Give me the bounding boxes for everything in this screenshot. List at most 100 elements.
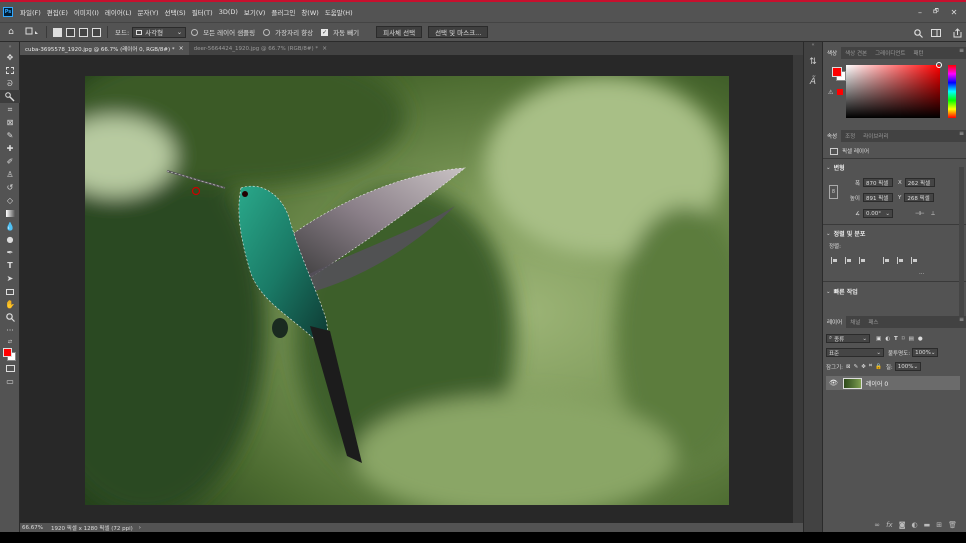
move-tool-icon[interactable]: ✥ [0, 51, 20, 64]
select-and-mask-button[interactable]: 선택 및 마스크... [428, 26, 489, 38]
link-icon[interactable]: ∞ [874, 521, 880, 529]
layer-row[interactable]: 👁 레이어 0 [826, 376, 960, 390]
adjustment-icon[interactable]: ◐ [912, 521, 918, 529]
properties-scrollbar[interactable] [959, 167, 964, 317]
stamp-tool-icon[interactable]: ♙ [0, 168, 20, 181]
tab-paths[interactable]: 패스 [864, 316, 882, 328]
filter-smart-icon[interactable]: ▤ [909, 336, 914, 342]
intersect-selection-icon[interactable] [92, 27, 101, 37]
menu-type[interactable]: 문자(Y) [135, 7, 162, 17]
healing-tool-icon[interactable]: ✚ [0, 142, 20, 155]
close-window-button[interactable]: ✕ [946, 2, 962, 22]
close-tab-icon[interactable]: × [322, 45, 327, 52]
panel-menu-icon[interactable]: ≡ [959, 316, 964, 323]
tab-deer[interactable]: deer-5664424_1920.jpg @ 66.7% (RGB/8#) *… [189, 42, 333, 55]
align-section[interactable]: ⌄ 정렬 및 분포 [823, 229, 966, 239]
restore-button[interactable]: 🗗 [928, 2, 944, 22]
tab-gradients[interactable]: 그레이디언트 [871, 47, 909, 59]
status-arrow-icon[interactable]: › [139, 525, 141, 531]
gradient-tool-icon[interactable] [0, 207, 20, 220]
lasso-tool-icon[interactable]: ᘐ [0, 77, 20, 90]
menu-filter[interactable]: 필터(T) [189, 7, 216, 17]
path-select-tool-icon[interactable]: ➤ [0, 272, 20, 285]
menu-3d[interactable]: 3D(D) [216, 8, 241, 16]
toolbar-collapse-icon[interactable]: » [0, 42, 20, 51]
angle-input[interactable]: 0.00° ⌄ [863, 209, 893, 218]
foreground-color-swatch[interactable] [3, 348, 12, 357]
search-icon[interactable] [911, 26, 925, 40]
crop-tool-icon[interactable]: ⌗ [0, 103, 20, 116]
dodge-tool-icon[interactable]: ● [0, 233, 20, 246]
quick-mask-icon[interactable] [0, 362, 20, 375]
flip-horizontal-icon[interactable]: ⊣⊢ [915, 211, 925, 217]
quick-select-tool-icon[interactable] [0, 90, 20, 103]
filter-toggle-icon[interactable]: ● [918, 336, 923, 342]
mode-dropdown[interactable]: 사각형 ⌄ [132, 26, 187, 38]
align-top-icon[interactable] [883, 257, 890, 264]
align-bottom-icon[interactable] [911, 257, 918, 264]
glyphs-panel-icon[interactable]: Ã [804, 72, 822, 92]
share-icon[interactable] [950, 26, 964, 40]
lock-image-icon[interactable]: ✎ [854, 364, 859, 370]
tab-patterns[interactable]: 패턴 [910, 47, 928, 59]
tab-channels[interactable]: 채널 [846, 316, 864, 328]
menu-layer[interactable]: 레이어(L) [102, 7, 135, 17]
link-dimensions-icon[interactable]: 8 [829, 185, 838, 199]
flip-vertical-icon[interactable]: ⊥ [931, 211, 936, 217]
filter-pixel-icon[interactable]: ▣ [876, 336, 881, 342]
tab-swatches[interactable]: 색상 견본 [841, 47, 871, 59]
tool-preset-picker[interactable] [22, 27, 42, 37]
more-tools-icon[interactable]: ··· [0, 324, 20, 337]
filter-adjustment-icon[interactable]: ◐ [885, 336, 890, 342]
workspace-icon[interactable] [929, 26, 943, 40]
history-panel-icon[interactable]: ⇅ [804, 52, 822, 72]
filter-type-icon[interactable]: T [894, 336, 898, 342]
height-input[interactable]: 891 픽셀 [863, 193, 893, 202]
tab-properties[interactable]: 속성 [823, 130, 842, 142]
eye-icon[interactable]: 👁 [829, 379, 838, 387]
zoom-tool-icon[interactable] [0, 311, 20, 324]
fill-input[interactable]: 100% ⌄ [894, 362, 921, 371]
menu-plugins[interactable]: 플러그인 [268, 7, 298, 17]
x-input[interactable]: 262 픽셀 [904, 178, 935, 187]
folder-icon[interactable]: ▬ [924, 521, 931, 529]
vertical-scrollbar[interactable] [793, 55, 803, 523]
new-layer-icon[interactable]: ⊞ [936, 521, 942, 529]
align-center-v-icon[interactable] [897, 257, 904, 264]
panel-menu-icon[interactable]: ≡ [959, 130, 964, 137]
lock-position-icon[interactable]: ✥ [861, 364, 866, 370]
lock-transparent-icon[interactable]: ⊠ [846, 364, 851, 370]
close-tab-icon[interactable]: × [179, 45, 184, 52]
select-subject-button[interactable]: 피사체 선택 [376, 26, 423, 38]
blend-mode-dropdown[interactable]: 표준 ⌄ [826, 348, 884, 357]
marquee-tool-icon[interactable] [0, 64, 20, 77]
color-swatches[interactable] [0, 346, 20, 362]
history-brush-tool-icon[interactable]: ↺ [0, 181, 20, 194]
sample-all-layers-radio[interactable] [191, 28, 199, 36]
type-tool-icon[interactable]: T [0, 259, 20, 272]
lock-all-icon[interactable]: 🔒 [875, 364, 882, 370]
collapse-icon[interactable]: « [804, 42, 822, 52]
align-more[interactable]: ... [919, 270, 939, 276]
blur-tool-icon[interactable]: 💧 [0, 220, 20, 233]
layer-name[interactable]: 레이어 0 [866, 379, 888, 388]
panel-menu-icon[interactable]: ≡ [959, 47, 964, 54]
quick-actions-section[interactable]: ⌄ 빠른 작업 [823, 287, 966, 297]
auto-enhance-checkbox[interactable]: ✓ [321, 28, 329, 36]
filter-shape-icon[interactable]: ⌑ [902, 336, 905, 342]
color-picker-marker[interactable] [936, 62, 942, 68]
screen-mode-icon[interactable]: ▭ [0, 375, 20, 388]
gamut-color[interactable] [837, 89, 843, 95]
lock-artboard-icon[interactable]: ⌗ [869, 363, 872, 370]
add-selection-icon[interactable] [66, 27, 75, 37]
tab-color[interactable]: 색상 [823, 47, 842, 59]
y-input[interactable]: 268 픽셀 [904, 193, 935, 202]
eyedropper-tool-icon[interactable]: ✎ [0, 129, 20, 142]
brush-tool-icon[interactable]: ✐ [0, 155, 20, 168]
rectangle-tool-icon[interactable] [0, 285, 20, 298]
mask-icon[interactable]: ◙ [899, 521, 906, 529]
opacity-input[interactable]: 100% ⌄ [912, 348, 939, 357]
eraser-tool-icon[interactable]: ◇ [0, 194, 20, 207]
layer-kind-filter[interactable]: ⌕ 종류 ⌄ [826, 334, 870, 343]
trash-icon[interactable]: 🗑 [948, 521, 957, 529]
